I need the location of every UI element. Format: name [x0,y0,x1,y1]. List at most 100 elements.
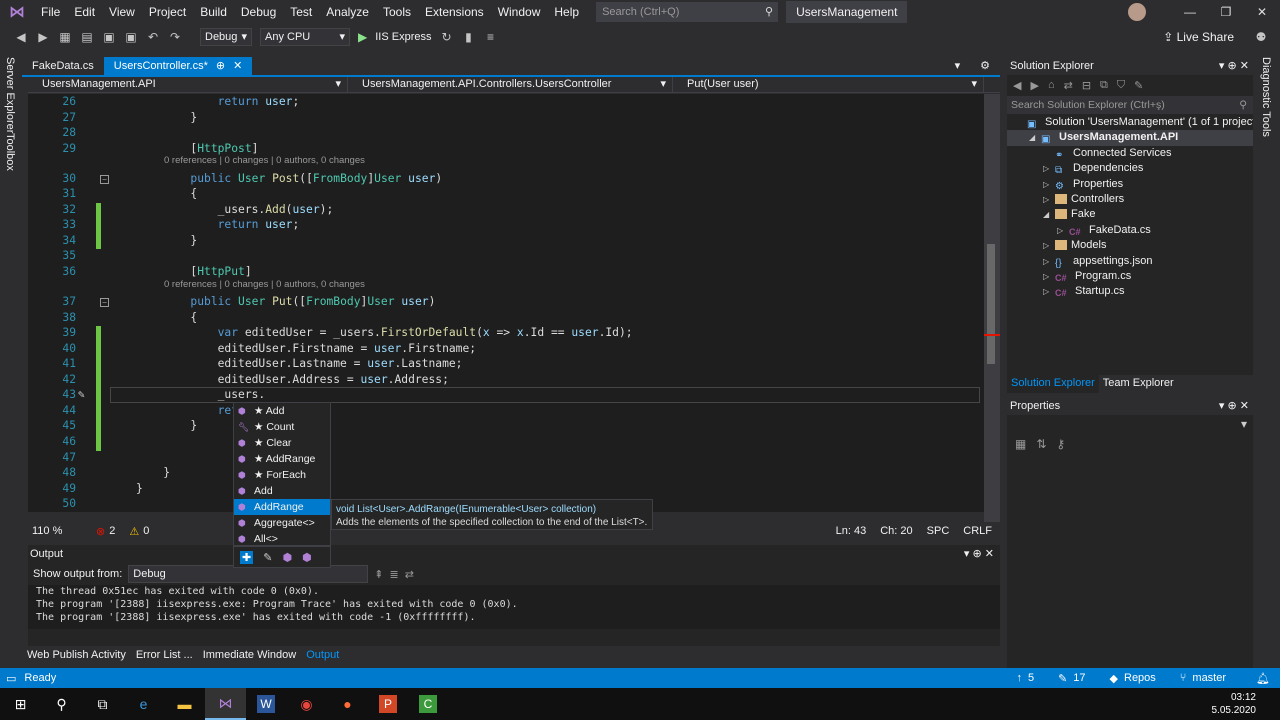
menu-build[interactable]: Build [193,0,234,24]
close-button[interactable]: ✕ [1244,0,1280,24]
completion-item[interactable]: ⬢ All<> [234,531,330,547]
code-line[interactable]: public User Post([FromBody]User user) [136,172,442,185]
editor-scrollbar[interactable] [984,94,1000,524]
open-icon[interactable]: ▤ [80,30,94,44]
quick-action-icon[interactable]: ✎ [78,388,85,401]
expand-icon[interactable]: ▷ [1043,238,1055,253]
extension-filter-icon[interactable]: ⬢ [302,551,312,564]
warning-icon[interactable]: ⚠ [129,525,139,538]
person-icon[interactable]: ⚉ [1254,30,1268,44]
close-icon[interactable]: ✕ [1240,60,1249,72]
minimize-button[interactable]: — [1172,0,1208,24]
solution-search-input[interactable]: Search Solution Explorer (Ctrl+ş) ⚲ [1007,96,1253,114]
code-editor[interactable]: 26 return user; 27 } 28 29 [HttpPost] 0 refe… [28,94,984,512]
sync-icon[interactable]: ⇄ [1064,79,1073,92]
menu-view[interactable]: View [102,0,142,24]
tree-item[interactable]: ▷ C# FakeData.cs [1007,223,1253,238]
menu-edit[interactable]: Edit [67,0,102,24]
filter-icon[interactable]: ⛉ [1117,79,1125,92]
platform-select[interactable]: Any CPU ▾ [260,27,350,46]
menu-extensions[interactable]: Extensions [418,0,491,24]
server-explorer-tab[interactable]: Server Explorer [4,57,16,133]
pin-icon[interactable]: ⊕ [1228,400,1240,412]
tab-fakedata[interactable]: FakeData.cs [22,57,104,75]
publish-icon[interactable]: ↑ [1016,672,1022,684]
code-line[interactable]: } [136,111,197,124]
categorized-icon[interactable]: ▦ [1015,437,1026,451]
tree-item[interactable]: ▣ Solution 'UsersManagement' (1 of 1 proj… [1007,115,1259,130]
word-icon[interactable]: W [257,695,275,713]
tab-list-chevron-down-icon[interactable]: ▾ [945,57,971,75]
expand-icon[interactable]: ◢ [1043,207,1055,222]
tab-immediate-window[interactable]: Immediate Window [198,646,302,664]
configuration-select[interactable]: Debug ▾ [200,27,252,46]
branch-icon[interactable]: ⑂ [1180,672,1187,684]
code-line[interactable]: editedUser.Address = user.Address; [136,373,449,386]
clear-icon[interactable]: ≣ [390,568,399,581]
menu-analyze[interactable]: Analyze [319,0,376,24]
error-icon[interactable]: ⊗ [96,525,105,538]
tree-item[interactable]: ⚭ Connected Services [1007,146,1253,161]
wrench-icon[interactable]: ✎ [263,551,272,564]
completion-item[interactable]: ⬢ ★ Clear [234,435,330,451]
start-icon[interactable]: ⊞ [0,688,41,720]
menu-file[interactable]: File [34,0,67,24]
menu-tools[interactable]: Tools [376,0,418,24]
tree-item[interactable]: ◢ ▣ UsersManagement.API [1007,130,1253,146]
search-icon[interactable]: ⚲ [41,688,82,720]
scroll-thumb[interactable] [987,244,995,364]
completion-item[interactable]: ⬢ ★ ForEach [234,467,330,483]
code-line[interactable]: return user; [136,218,300,231]
camtasia-icon[interactable]: C [419,695,437,713]
home-icon[interactable]: ⌂ [1048,79,1055,91]
tree-item[interactable]: ◢ Fake [1007,207,1253,222]
member-dropdown[interactable]: Put(User user) ▾ [673,77,984,92]
live-share-button[interactable]: ⇪ Live Share [1163,30,1234,44]
collapse-icon[interactable]: − [100,298,109,308]
expand-icon[interactable]: ▷ [1043,177,1055,192]
toolbox-tab[interactable]: Toolbox [4,133,16,171]
expand-icon[interactable]: ▷ [1043,284,1055,299]
expand-icon[interactable]: ▷ [1043,192,1055,207]
redo-icon[interactable]: ↷ [168,30,182,44]
tree-item[interactable]: ▷{} appsettings.json [1007,254,1253,269]
bookmark-icon[interactable]: ▮ [461,30,475,44]
method-filter-icon[interactable]: ⬢ [282,551,292,564]
codelens[interactable]: 0 references | 0 changes | 0 authors, 0 … [164,279,365,290]
menu-help[interactable]: Help [547,0,586,24]
pin-icon[interactable]: ⊕ [1228,60,1240,72]
file-explorer-icon[interactable]: ▬ [164,688,205,720]
project-dropdown[interactable]: UsersManagement.API ▾ [28,77,348,92]
completion-item[interactable]: ⬢ ★ Add [234,403,330,419]
edit-icon[interactable]: ✎ [1058,672,1067,685]
tree-item[interactable]: ▷ ⧉ Dependencies [1007,161,1253,176]
powerpoint-icon[interactable]: P [379,695,397,713]
completion-item[interactable]: ⬢ Add [234,483,330,499]
code-line[interactable]: [HttpPut] [136,265,251,278]
search-input[interactable]: Search (Ctrl+Q) ⚲ [596,2,779,22]
code-line[interactable]: { [136,187,197,200]
tab-solution-explorer[interactable]: Solution Explorer [1007,375,1099,393]
code-line[interactable]: { [136,311,197,324]
wrench-icon[interactable]: ✎ [1134,79,1143,92]
code-line[interactable]: } [136,419,197,432]
output-text[interactable]: The thread 0x51ec has exited with code 0… [28,585,1000,629]
maximize-button[interactable]: ❐ [1208,0,1244,24]
forward-icon[interactable]: ▶ [36,30,50,44]
code-line[interactable]: editedUser.Lastname = user.Lastname; [136,357,463,370]
refresh-icon[interactable]: ↻ [439,30,453,44]
dropdown-icon[interactable]: ▾ [1219,60,1228,72]
postman-icon[interactable]: ● [327,688,368,720]
completion-item[interactable]: 🔧︎ ★ Count [234,419,330,435]
find-icon[interactable]: ⇞ [374,568,383,581]
property-pages-icon[interactable]: ⚷ [1056,437,1065,451]
tab-web-publish-activity[interactable]: Web Publish Activity [22,646,131,664]
completion-item[interactable]: ⬢ Aggregate<> [234,515,330,531]
forward-icon[interactable]: ▶ [1030,79,1038,92]
save-icon[interactable]: ▣ [102,30,116,44]
tree-item[interactable]: ▷ Models [1007,238,1253,253]
code-line[interactable]: } [136,234,197,247]
task-view-icon[interactable]: ⧉ [82,688,123,720]
run-button[interactable]: IIS Express [375,31,431,43]
collapse-icon[interactable]: − [100,174,109,184]
